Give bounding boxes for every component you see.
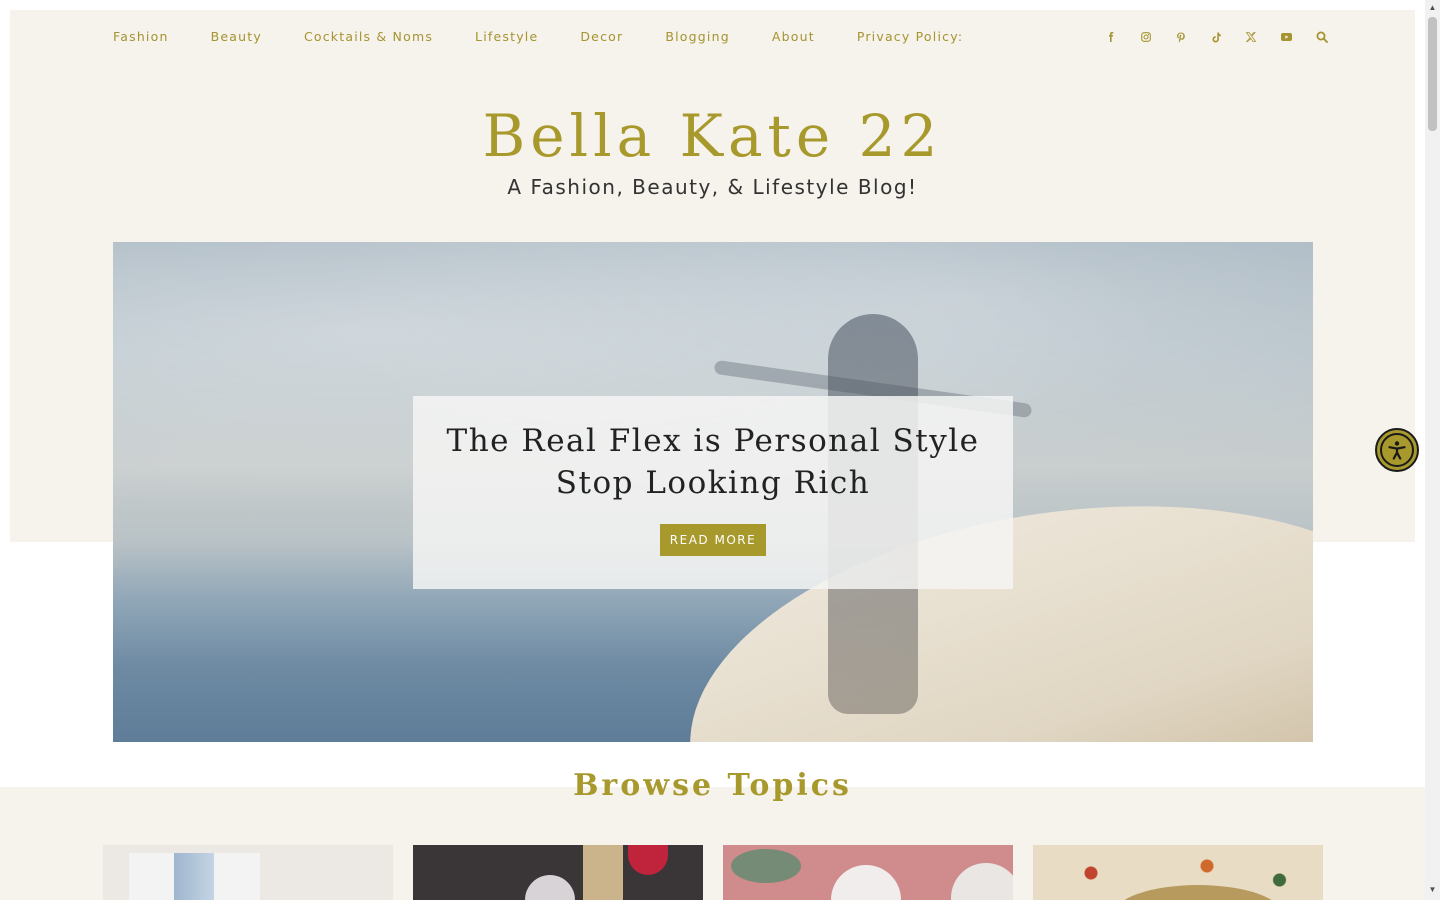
youtube-icon[interactable] <box>1281 28 1316 46</box>
browse-topics-heading: Browse Topics <box>573 768 852 803</box>
scroll-up-arrow-icon[interactable]: ▲ <box>1428 2 1437 14</box>
facebook-icon[interactable] <box>1106 28 1141 46</box>
pinterest-icon[interactable] <box>1176 28 1211 46</box>
search-icon[interactable] <box>1316 28 1351 46</box>
topic-image-badge <box>628 845 668 875</box>
read-more-button[interactable]: READ MORE <box>659 524 767 556</box>
nav-item-privacy-policy[interactable]: Privacy Policy: <box>857 28 964 46</box>
topic-card-fashion[interactable] <box>103 845 393 900</box>
topic-image-jar <box>525 875 575 900</box>
scrollbar-thumb[interactable] <box>1428 17 1437 131</box>
topic-image-leaf <box>731 849 801 883</box>
topic-image-jeans <box>129 853 260 900</box>
topic-image-plate-2 <box>951 863 1013 900</box>
scroll-down-arrow-icon[interactable]: ▼ <box>1428 884 1437 896</box>
nav-item-cocktails-noms[interactable]: Cocktails & Noms <box>304 28 433 46</box>
social-links <box>1106 28 1351 46</box>
accessibility-icon <box>1380 433 1414 467</box>
hero-title-line-2[interactable]: Stop Looking Rich <box>413 462 1013 504</box>
hero-title-line-1[interactable]: The Real Flex is Personal Style <box>413 420 1013 462</box>
scrollbar-track[interactable] <box>1425 0 1440 900</box>
site-tagline: A Fashion, Beauty, & Lifestyle Blog! <box>507 175 918 199</box>
nav-item-beauty[interactable]: Beauty <box>211 28 262 46</box>
nav-item-fashion[interactable]: Fashion <box>113 28 169 46</box>
tiktok-icon[interactable] <box>1211 28 1246 46</box>
instagram-icon[interactable] <box>1141 28 1176 46</box>
nav-item-lifestyle[interactable]: Lifestyle <box>475 28 538 46</box>
page: Fashion Beauty Cocktails & Noms Lifestyl… <box>0 0 1440 900</box>
topic-image-plate <box>831 865 901 900</box>
nav-item-blogging[interactable]: Blogging <box>665 28 730 46</box>
topic-card-cocktails[interactable] <box>723 845 1013 900</box>
accessibility-button[interactable] <box>1375 428 1419 472</box>
nav-item-about[interactable]: About <box>772 28 815 46</box>
x-icon[interactable] <box>1246 28 1281 46</box>
topic-card-beauty[interactable] <box>413 845 703 900</box>
nav-item-decor[interactable]: Decor <box>580 28 623 46</box>
topic-image-box <box>583 845 623 900</box>
topic-card-decor[interactable] <box>1033 845 1323 900</box>
hero-title[interactable]: The Real Flex is Personal Style Stop Loo… <box>413 420 1013 504</box>
main-nav: Fashion Beauty Cocktails & Noms Lifestyl… <box>113 28 1005 46</box>
site-title[interactable]: Bella Kate 22 <box>0 100 1425 172</box>
hero-card: The Real Flex is Personal Style Stop Loo… <box>413 396 1013 589</box>
hero-image[interactable]: The Real Flex is Personal Style Stop Loo… <box>113 242 1313 742</box>
